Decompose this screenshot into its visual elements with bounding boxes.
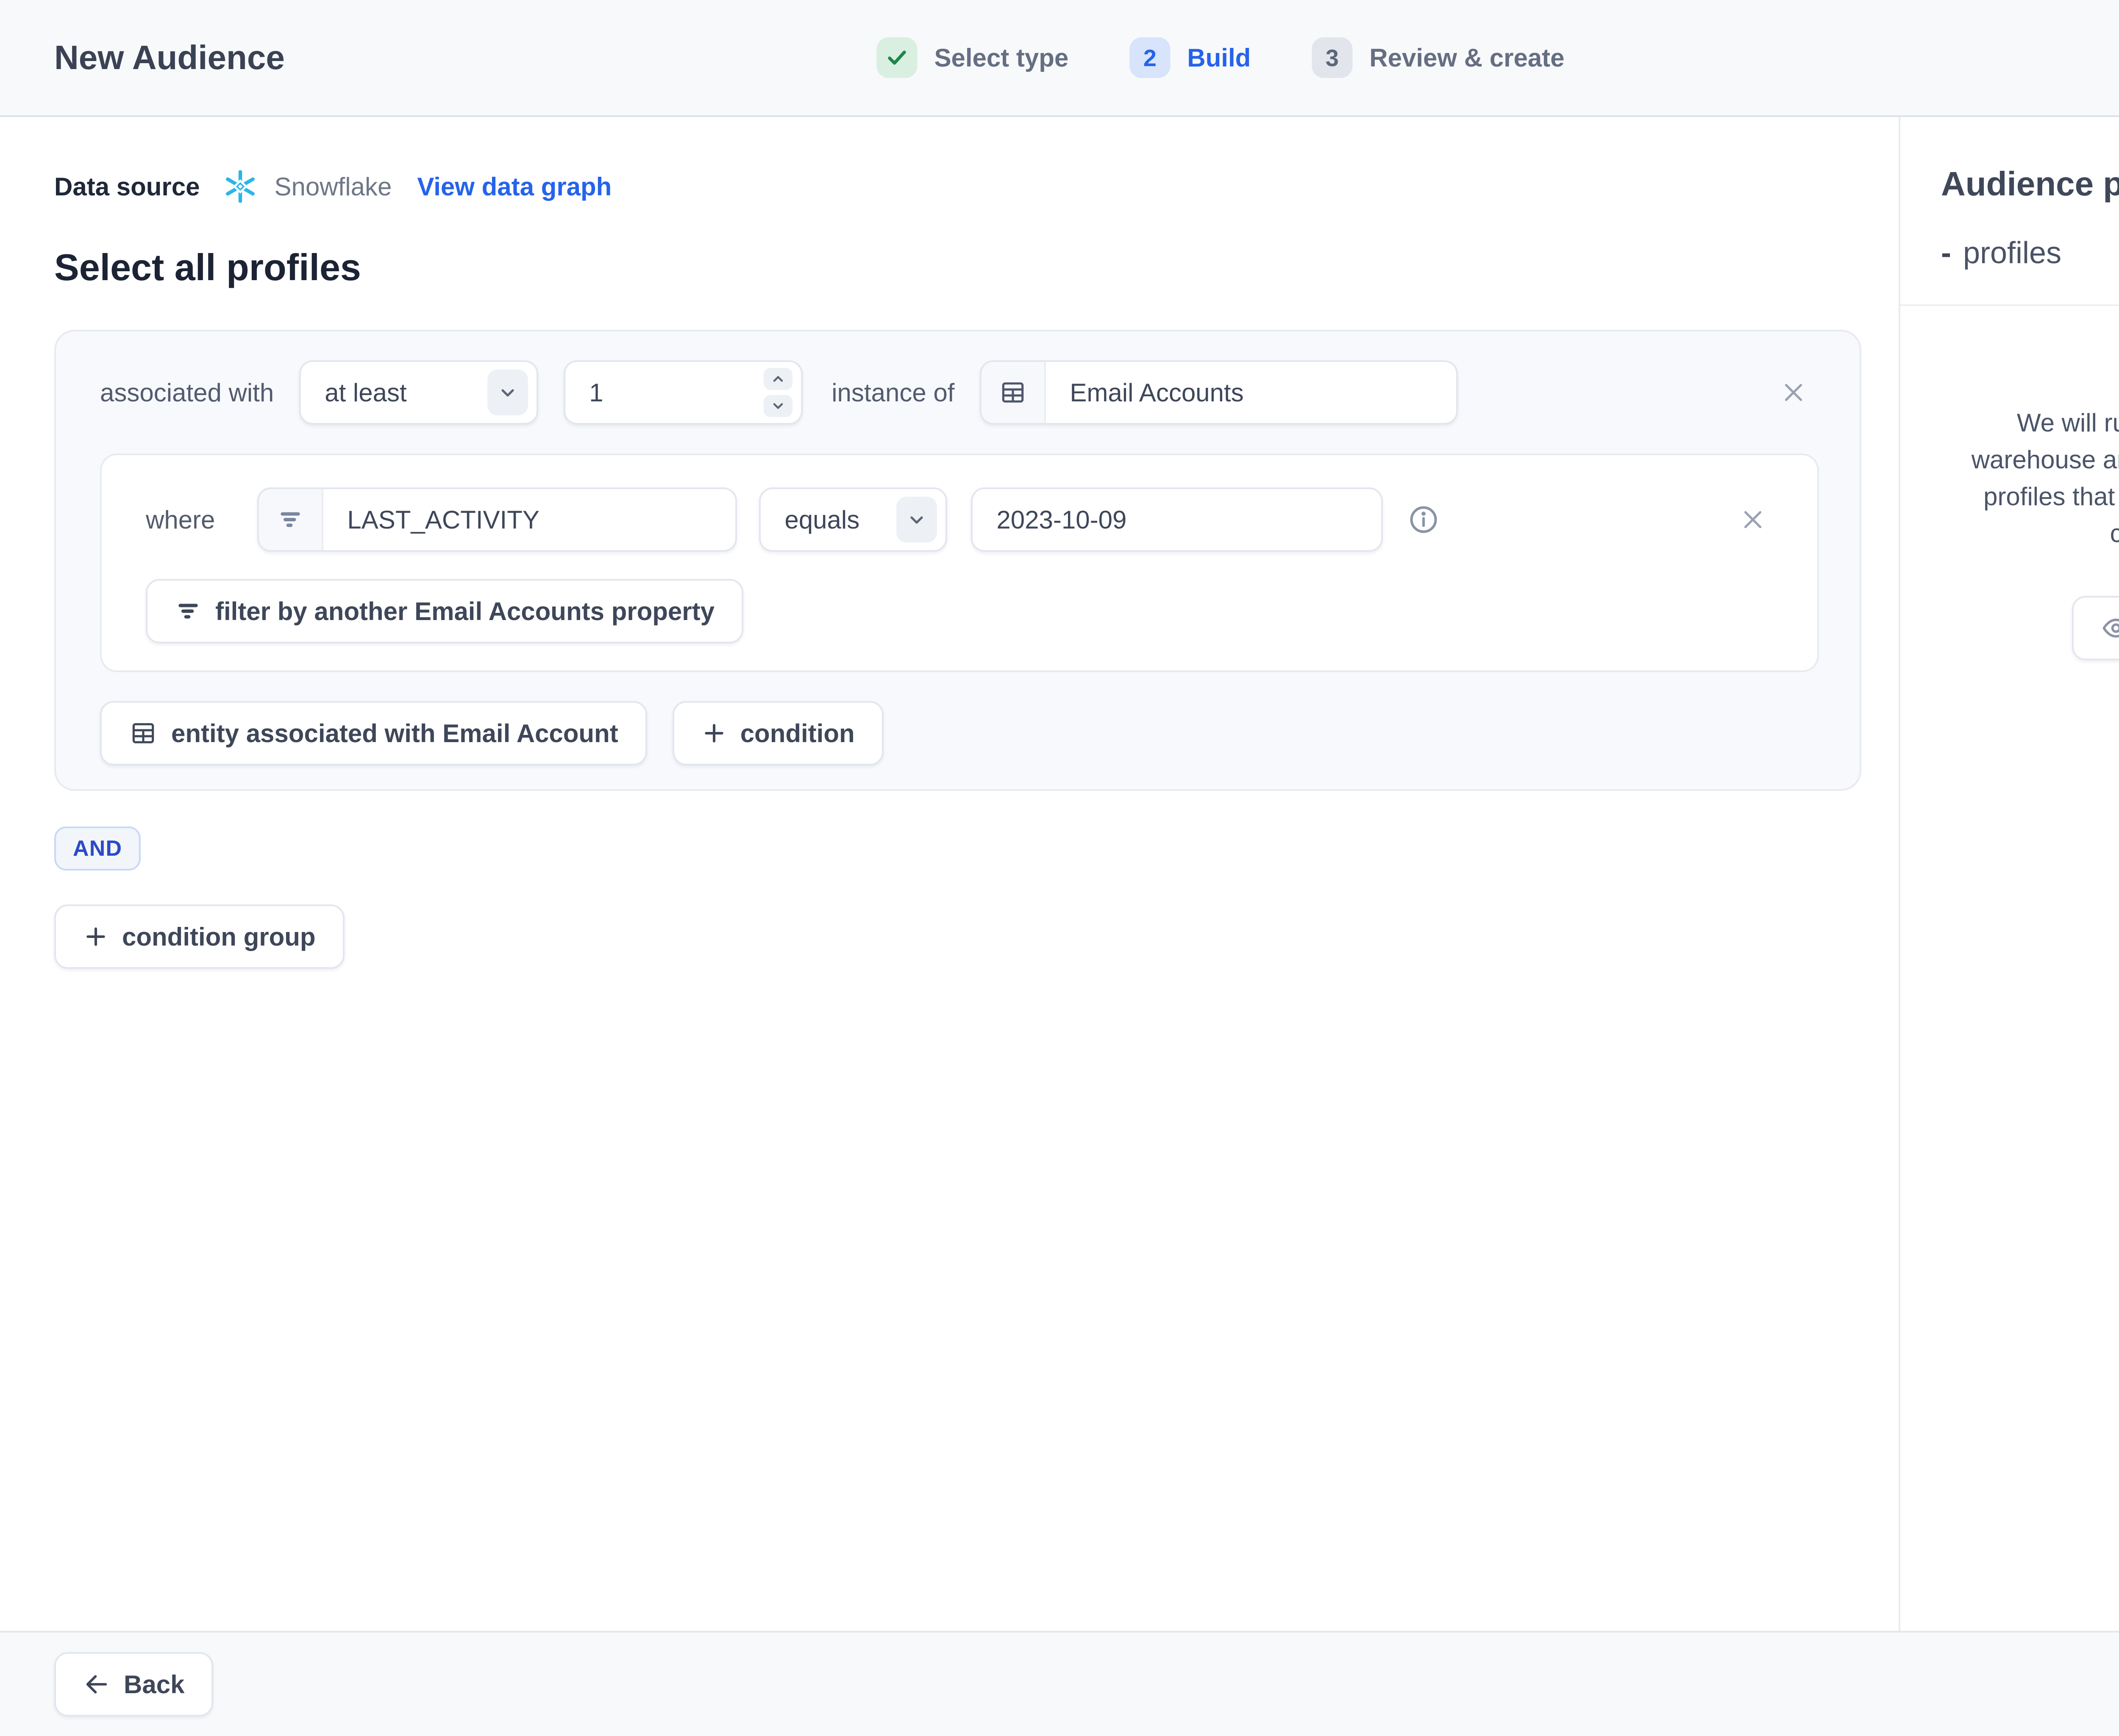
datasource-label: Data source — [54, 172, 200, 201]
datasource-row: Data source Snowflake View data graph — [54, 168, 1844, 205]
property-value: LAST_ACTIVITY — [347, 505, 539, 534]
decrement-button[interactable] — [764, 395, 793, 417]
preview-button[interactable]: Preview — [2072, 596, 2119, 660]
plus-icon — [86, 927, 105, 946]
entity-associated-button[interactable]: entity associated with Email Account — [100, 701, 647, 765]
arrow-left-icon — [86, 1675, 107, 1694]
profiles-count-placeholder: - — [1941, 236, 1951, 270]
step-review-create[interactable]: 3 Review & create — [1312, 37, 1565, 78]
and-badge[interactable]: AND — [54, 826, 141, 871]
entity-associated-label: entity associated with Email Account — [171, 719, 618, 748]
associated-with-label: associated with — [100, 378, 274, 407]
chevron-down-icon — [487, 370, 528, 415]
increment-button[interactable] — [764, 368, 793, 390]
value-input[interactable]: 2023-10-09 — [971, 487, 1383, 552]
step-select-type[interactable]: Select type — [876, 37, 1068, 78]
add-condition-button[interactable]: condition — [672, 701, 884, 765]
bottom-bar: Back Next — [0, 1631, 2119, 1736]
quantifier-select[interactable]: at least — [299, 360, 539, 425]
where-row: where LAST_ACTIVITY equals 2023-10-09 — [146, 487, 1777, 552]
count-input[interactable]: 1 — [564, 360, 803, 425]
plus-icon — [704, 724, 723, 743]
stepper: Select type 2 Build 3 Review & create — [876, 37, 1565, 78]
table-icon — [982, 362, 1046, 423]
content-area: Data source Snowflake View data graph Se… — [0, 117, 2119, 1631]
new-audience-page: New Audience Select type 2 Build 3 Revie… — [0, 0, 2119, 1736]
where-card: where LAST_ACTIVITY equals 2023-10-09 fi… — [100, 453, 1819, 672]
instance-of-label: instance of — [831, 378, 955, 407]
datasource-name: Snowflake — [274, 172, 392, 201]
table-icon — [132, 723, 154, 743]
back-button-label: Back — [124, 1670, 185, 1699]
eye-icon — [2102, 618, 2119, 638]
info-icon[interactable] — [1398, 494, 1449, 545]
count-value: 1 — [589, 378, 603, 407]
association-row: associated with at least 1 instance of E… — [100, 360, 1817, 425]
sidebar-divider — [1900, 304, 2119, 306]
operator-value: equals — [784, 505, 860, 534]
filter-by-property-button[interactable]: filter by another Email Accounts propert… — [146, 579, 743, 643]
filter-by-property-label: filter by another Email Accounts propert… — [215, 597, 715, 626]
step-number-badge: 2 — [1129, 37, 1171, 78]
where-label: where — [146, 505, 215, 534]
back-button[interactable]: Back — [54, 1652, 214, 1717]
section-heading: Select all profiles — [54, 246, 361, 288]
property-select[interactable]: LAST_ACTIVITY — [257, 487, 737, 552]
preview-description: We will run a query on your warehouse an… — [1971, 409, 2119, 548]
add-condition-label: condition — [740, 719, 855, 748]
step-label: Review & create — [1369, 43, 1565, 72]
card-actions-row: entity associated with Email Account con… — [100, 701, 1817, 765]
remove-where-button[interactable] — [1729, 496, 1777, 543]
top-bar: New Audience Select type 2 Build 3 Revie… — [0, 0, 2119, 117]
count-stepper — [764, 368, 793, 417]
snowflake-icon — [222, 168, 259, 205]
condition-card: associated with at least 1 instance of E… — [54, 330, 1861, 791]
add-condition-group-button[interactable]: condition group — [54, 904, 345, 969]
date-value: 2023-10-09 — [996, 505, 1127, 534]
audience-preview-panel: Audience preview -profiles We will run a… — [1899, 117, 2119, 1631]
entity-select[interactable]: Email Accounts — [980, 360, 1458, 425]
remove-condition-button[interactable] — [1770, 369, 1817, 416]
view-data-graph-link[interactable]: View data graph — [417, 172, 612, 201]
and-row: AND — [54, 791, 1844, 871]
audience-preview-title: Audience preview — [1941, 165, 2119, 203]
profiles-count-line: - profiles — [1941, 236, 2119, 270]
page-title: New Audience — [54, 39, 285, 76]
operator-select[interactable]: equals — [759, 487, 948, 552]
filter-icon — [178, 604, 198, 619]
step-build[interactable]: 2 Build — [1129, 37, 1251, 78]
entity-value: Email Accounts — [1070, 378, 1244, 407]
add-condition-group-label: condition group — [122, 922, 316, 951]
profiles-label: profiles — [1963, 236, 2062, 270]
chevron-down-icon — [896, 497, 937, 542]
step-number-badge: 3 — [1312, 37, 1353, 78]
builder-panel: Data source Snowflake View data graph Se… — [0, 117, 1899, 1631]
step-label: Build — [1187, 43, 1251, 72]
quantifier-value: at least — [325, 378, 407, 407]
step-label: Select type — [934, 43, 1069, 72]
filter-icon — [259, 489, 324, 550]
check-icon — [876, 37, 918, 78]
